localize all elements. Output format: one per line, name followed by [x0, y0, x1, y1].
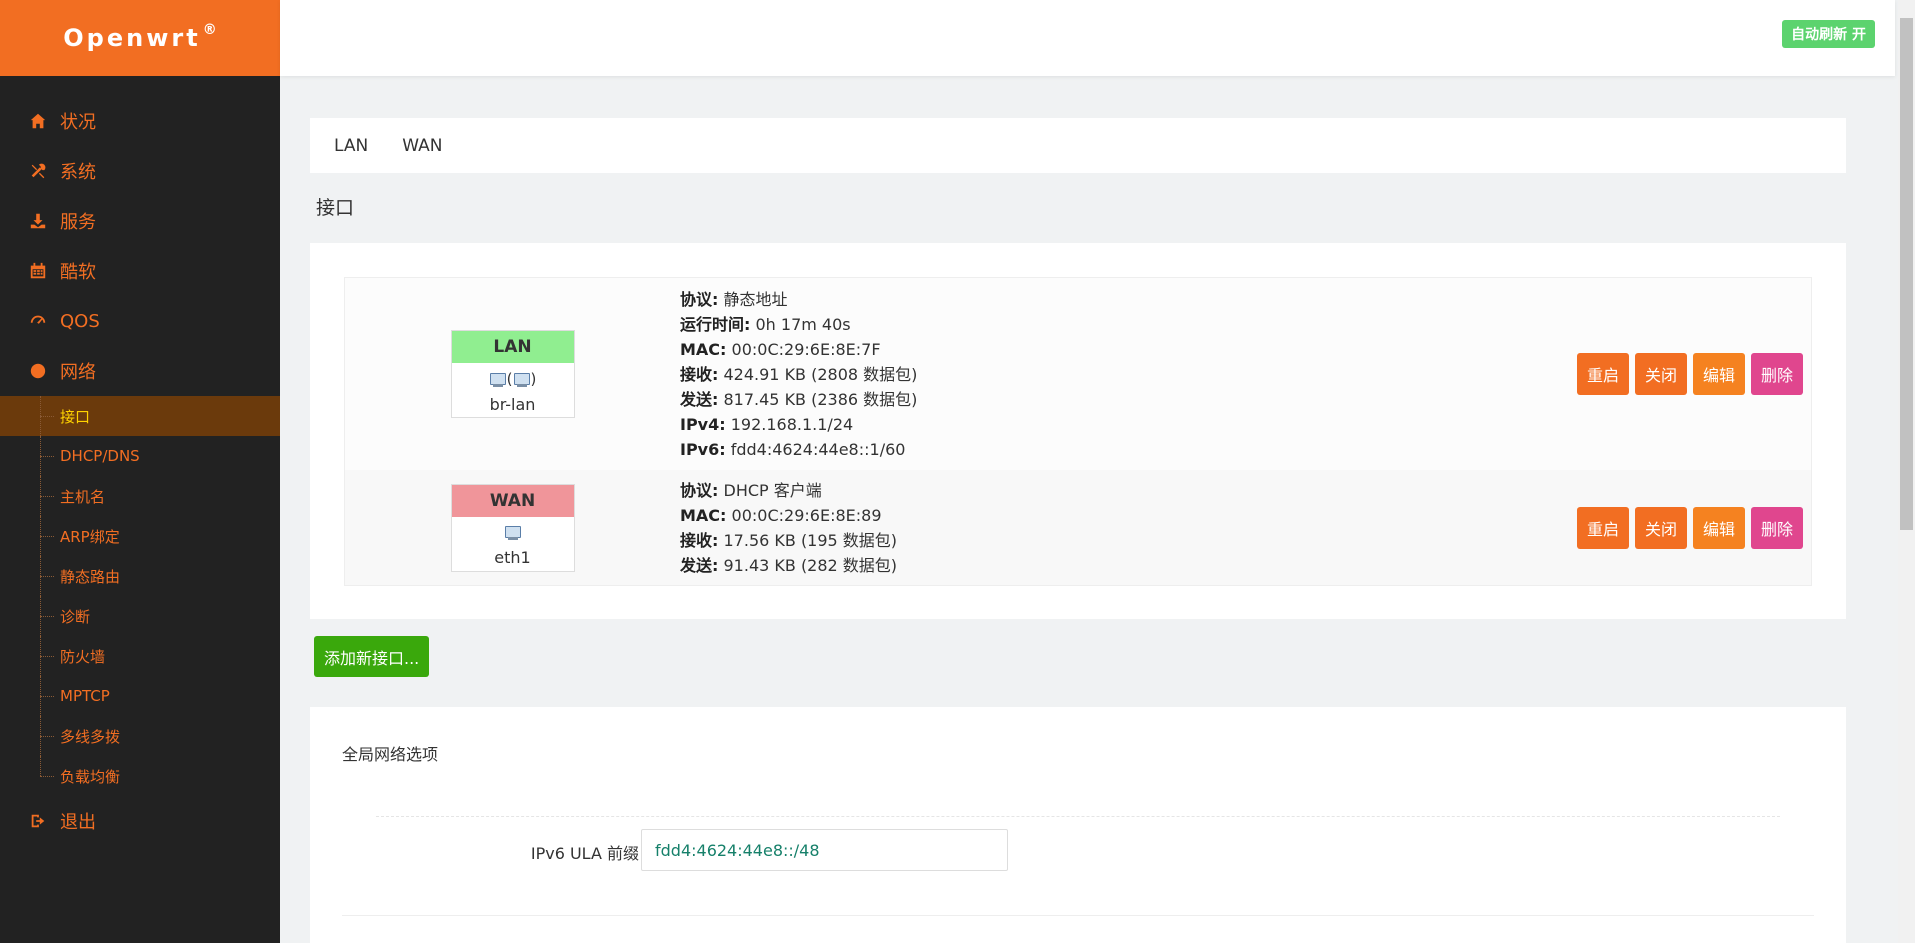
network-submenu: 接口 DHCP/DNS 主机名 ARP绑定 静态路由 诊断 防火墙 MPTCP …	[0, 396, 280, 796]
global-options-card: 全局网络选项 IPv6 ULA 前缀	[310, 707, 1846, 943]
sidebar-sub-diagnostics[interactable]: 诊断	[0, 596, 280, 636]
interface-device: eth1	[494, 548, 531, 567]
info-line: 协议: 静态地址	[680, 289, 788, 309]
interface-name: LAN	[451, 331, 574, 363]
info-line: 接收: 17.56 KB (195 数据包)	[680, 530, 898, 550]
info-line: IPv6: fdd4:4624:44e8::1/60	[680, 439, 906, 459]
interface-actions: 重启 关闭 编辑 删除	[1576, 353, 1803, 395]
edit-button[interactable]: 编辑	[1692, 353, 1745, 395]
sidebar-sub-arp-binding[interactable]: ARP绑定	[0, 516, 280, 556]
interface-row-wan: WAN eth1 协议: DHCP 客户端 MAC: 00:0C:29:6E:8…	[345, 470, 1811, 585]
sidebar-item-label: QOS	[60, 310, 100, 332]
sidebar-item-label: 网络	[60, 362, 96, 383]
top-bar: 自动刷新 开	[280, 0, 1895, 76]
sidebar-sub-load-balancing[interactable]: 负载均衡	[0, 756, 280, 796]
info-line: MAC: 00:0C:29:6E:8E:89	[680, 505, 882, 525]
brand-registered-mark: ®	[202, 22, 217, 38]
info-line: 协议: DHCP 客户端	[680, 480, 822, 500]
interface-row-lan: LAN () br-lan 协议: 静态地址 运行时间: 0h 17m 40s …	[345, 278, 1811, 470]
page-scrollbar[interactable]	[1898, 0, 1915, 943]
main-content: LAN WAN 接口 LAN () br-lan 协议: 静态地址 运行时间: …	[310, 118, 1846, 943]
tools-icon	[28, 161, 48, 181]
ethernet-port-icon	[513, 372, 531, 387]
interface-info: 协议: 静态地址 运行时间: 0h 17m 40s MAC: 00:0C:29:…	[680, 287, 1380, 462]
stop-button[interactable]: 关闭	[1634, 506, 1687, 549]
sidebar-item-qos[interactable]: QOS	[0, 296, 280, 346]
sidebar-item-label: 状况	[60, 112, 96, 133]
sidebar-menu: 状况 系统 服务 酷软 QOS 网络 接口 DHCP/DNS 主机名 ARP绑定…	[0, 76, 280, 846]
divider	[342, 915, 1814, 916]
edit-button[interactable]: 编辑	[1692, 506, 1745, 549]
tab-lan[interactable]: LAN	[334, 136, 368, 156]
delete-button[interactable]: 删除	[1750, 353, 1803, 395]
global-options-title: 全局网络选项	[342, 745, 439, 764]
ethernet-port-icon	[504, 525, 522, 540]
sidebar-item-label: 退出	[60, 812, 96, 833]
sidebar-sub-hostnames[interactable]: 主机名	[0, 476, 280, 516]
sidebar-item-apps[interactable]: 酷软	[0, 246, 280, 296]
sidebar-item-label: 酷软	[60, 262, 96, 283]
interface-badge-lan: LAN () br-lan	[450, 330, 575, 418]
logout-icon	[28, 811, 48, 831]
interface-badge-wan: WAN eth1	[450, 483, 575, 572]
brand-logo[interactable]: Openwrt ®	[0, 0, 280, 76]
globe-icon	[28, 361, 48, 381]
sidebar: Openwrt® 状况 系统 服务 酷软 QOS 网络 接口 DHCP/DNS	[0, 0, 280, 943]
sidebar-item-system[interactable]: 系统	[0, 146, 280, 196]
sidebar-sub-dhcp-dns[interactable]: DHCP/DNS	[0, 436, 280, 476]
sidebar-item-network[interactable]: 网络	[0, 346, 280, 396]
restart-button[interactable]: 重启	[1576, 506, 1629, 549]
info-line: IPv4: 192.168.1.1/24	[680, 414, 854, 434]
interface-device: br-lan	[489, 394, 536, 414]
restart-button[interactable]: 重启	[1576, 353, 1629, 395]
auto-refresh-toggle[interactable]: 自动刷新 开	[1782, 20, 1875, 48]
sidebar-item-logout[interactable]: 退出	[0, 796, 280, 846]
sidebar-item-services[interactable]: 服务	[0, 196, 280, 246]
calendar-icon	[28, 261, 48, 281]
sidebar-sub-mptcp[interactable]: MPTCP	[0, 676, 280, 716]
info-line: 发送: 91.43 KB (282 数据包)	[680, 555, 898, 575]
info-line: 运行时间: 0h 17m 40s	[680, 314, 851, 334]
interface-actions: 重启 关闭 编辑 删除	[1576, 506, 1803, 549]
tab-wan[interactable]: WAN	[402, 136, 442, 156]
sidebar-item-label: 服务	[60, 212, 96, 233]
divider	[376, 816, 1780, 817]
interface-name: WAN	[451, 484, 574, 517]
sidebar-sub-firewall[interactable]: 防火墙	[0, 636, 280, 676]
ipv6-ula-label: IPv6 ULA 前缀	[530, 844, 639, 863]
sidebar-item-status[interactable]: 状况	[0, 96, 280, 146]
interface-tabs: LAN WAN	[310, 118, 1846, 173]
sidebar-sub-interfaces[interactable]: 接口	[0, 396, 280, 436]
delete-button[interactable]: 删除	[1750, 506, 1803, 549]
sidebar-sub-multiwan[interactable]: 多线多拨	[0, 716, 280, 756]
gauge-icon	[28, 311, 48, 331]
stop-button[interactable]: 关闭	[1634, 353, 1687, 395]
sidebar-item-label: 系统	[60, 162, 96, 183]
ipv6-ula-input[interactable]	[641, 829, 1008, 871]
info-line: 接收: 424.91 KB (2808 数据包)	[680, 364, 918, 384]
home-icon	[28, 111, 48, 131]
interface-info: 协议: DHCP 客户端 MAC: 00:0C:29:6E:8E:89 接收: …	[680, 478, 1380, 578]
scrollbar-thumb[interactable]	[1900, 18, 1913, 530]
download-icon	[28, 211, 48, 231]
add-interface-button[interactable]: 添加新接口...	[314, 636, 430, 677]
bridge-icon	[489, 372, 507, 387]
interfaces-card: LAN () br-lan 协议: 静态地址 运行时间: 0h 17m 40s …	[310, 243, 1846, 619]
page-title: 接口	[316, 197, 355, 219]
info-line: 发送: 817.45 KB (2386 数据包)	[680, 389, 918, 409]
info-line: MAC: 00:0C:29:6E:8E:7F	[680, 339, 881, 359]
interfaces-table: LAN () br-lan 协议: 静态地址 运行时间: 0h 17m 40s …	[344, 277, 1812, 586]
brand-name: Openwrt	[63, 24, 201, 52]
sidebar-sub-static-routes[interactable]: 静态路由	[0, 556, 280, 596]
